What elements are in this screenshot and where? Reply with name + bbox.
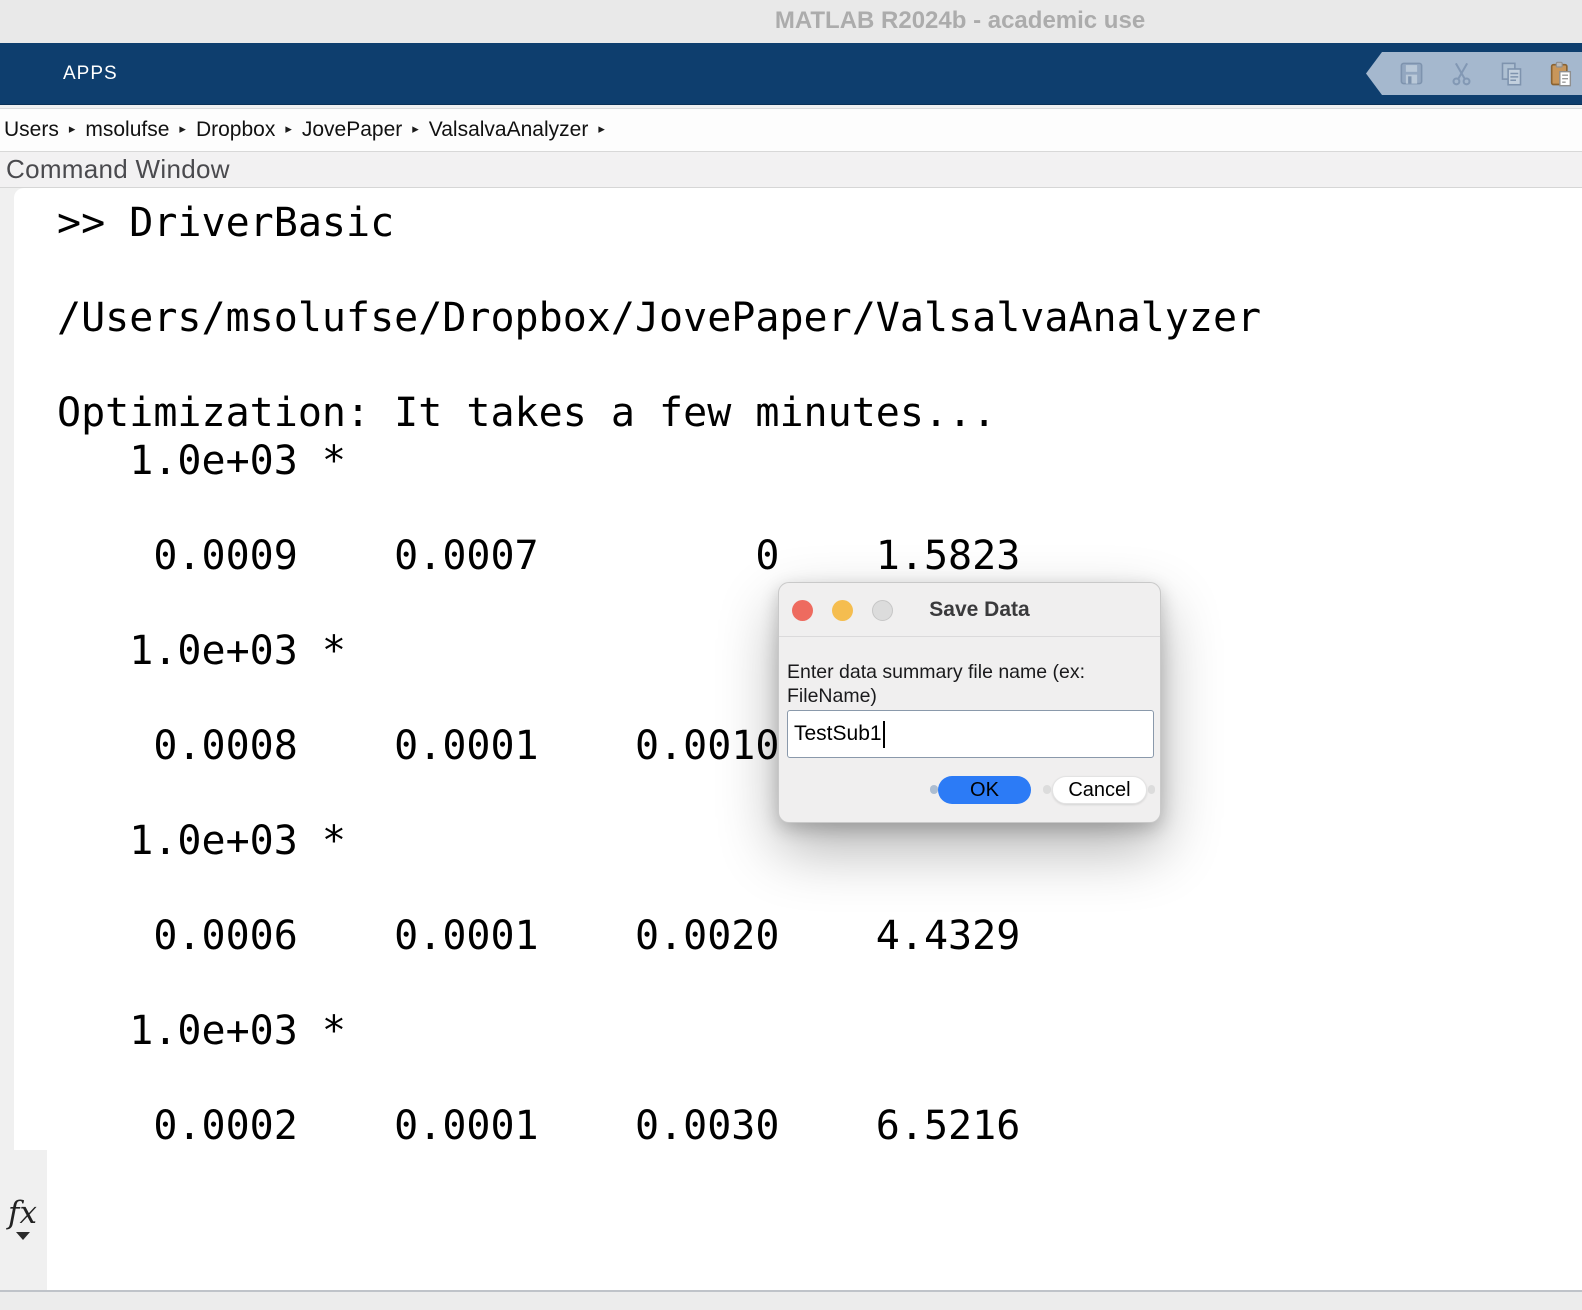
cancel-button[interactable]: Cancel [1052,776,1147,804]
breadcrumb-item-users[interactable]: Users [4,118,59,142]
fx-icon: fx [8,1195,37,1231]
paste-icon [1547,60,1575,88]
cut-icon [1448,60,1475,87]
ok-button[interactable]: OK [938,776,1031,804]
chevron-right-icon: ▸ [285,121,292,136]
chevron-right-icon: ▸ [598,121,605,136]
filename-input[interactable]: TestSub1 [787,710,1154,758]
dialog-prompt: Enter data summary file name (ex: FileNa… [787,661,1127,708]
save-button[interactable] [1396,59,1426,89]
command-window-header: Command Window [0,151,1582,188]
breadcrumb-item-msolufse[interactable]: msolufse [85,118,169,142]
breadcrumb-item-dropbox[interactable]: Dropbox [196,118,275,142]
window-titlebar[interactable]: MATLAB R2024b - academic use [0,0,1582,43]
command-window-gutter [0,188,14,1290]
dialog-title: Save Data [929,598,1030,621]
fx-button[interactable]: fx [8,1196,44,1252]
chevron-right-icon: ▸ [68,121,76,136]
breadcrumb: Users ▸ msolufse ▸ Dropbox ▸ JovePaper ▸… [0,109,1582,151]
paste-button[interactable] [1546,59,1576,89]
save-icon [1398,60,1425,87]
caret-down-icon [16,1232,30,1240]
dialog-titlebar[interactable]: Save Data [779,583,1160,637]
text-cursor [882,720,885,748]
ribbon-toolbar: APPS [0,43,1582,105]
button-halo-dash [1043,785,1051,794]
quick-access-toolbar [1366,52,1582,95]
breadcrumb-item-valsalvaanalyzer[interactable]: ValsalvaAnalyzer [429,118,589,142]
copy-button[interactable] [1496,59,1526,89]
matlab-window: MATLAB R2024b - academic use APPS Users … [0,0,1582,1310]
chevron-right-icon: ▸ [179,121,186,136]
filename-input-value: TestSub1 [794,722,882,745]
panel-title: Command Window [6,154,230,184]
button-halo-dash [930,785,938,794]
tab-apps[interactable]: APPS [63,43,118,105]
status-strip [0,1290,1582,1310]
save-data-dialog: Save Data Enter data summary file name (… [778,582,1161,823]
button-halo-dash [1148,785,1155,794]
dialog-prompt-line2: FileName) [787,684,877,707]
dialog-prompt-line1: Enter data summary file name (ex: [787,661,1086,683]
copy-icon [1498,60,1525,87]
window-title: MATLAB R2024b - academic use [774,7,1146,34]
cut-button[interactable] [1446,59,1476,89]
breadcrumb-item-jovepaper[interactable]: JovePaper [302,118,402,142]
chevron-right-icon: ▸ [412,121,419,136]
